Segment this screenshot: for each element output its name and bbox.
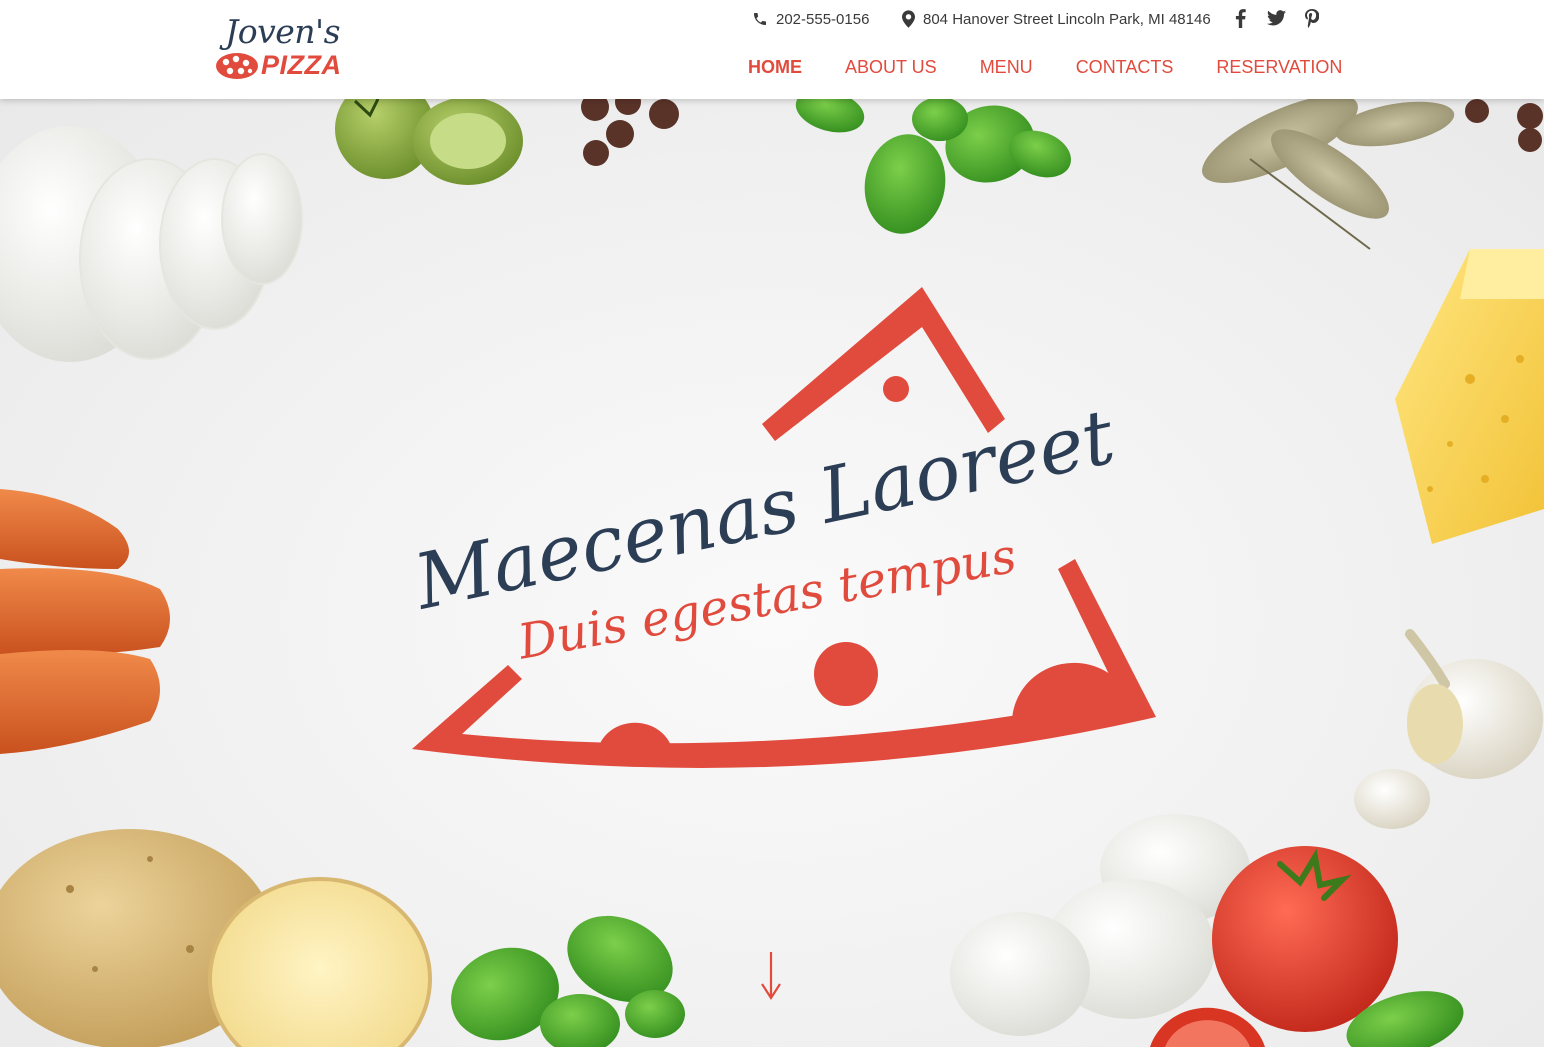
map-pin-icon [902,10,915,28]
brand-logo[interactable]: Joven's PIZZA [215,10,350,85]
brand-word: PIZZA [261,50,342,80]
pinterest-icon [1305,8,1319,28]
pinterest-link[interactable] [1301,7,1323,29]
pizza-slice-emblem: Maecenas Laoreet Duis egestas tempus [405,287,1156,768]
main-navigation: HOME ABOUT US MENU CONTACTS RESERVATION [748,57,1342,78]
nav-reservation[interactable]: RESERVATION [1216,57,1342,78]
brand-script-name: Joven's [225,12,341,51]
emblem-dot-large [814,642,878,706]
nav-about-us[interactable]: ABOUT US [845,57,937,78]
pizza-logo-icon [216,53,258,79]
arrow-down-icon [761,952,781,1001]
facebook-icon [1235,8,1246,28]
emblem-top-line [762,287,1005,441]
phone-number: 202-555-0156 [776,10,870,28]
nav-contacts[interactable]: CONTACTS [1076,57,1174,78]
site-header: Joven's PIZZA 202-555-0156 804 Hanover S… [0,0,1544,99]
address-text: 804 Hanover Street Lincoln Park, MI 4814… [923,10,1211,28]
phone-icon [754,13,766,25]
emblem-dot-small [883,376,909,402]
facebook-link[interactable] [1229,7,1251,29]
twitter-link[interactable] [1265,7,1287,29]
scroll-down-button[interactable] [757,950,785,1002]
nav-menu[interactable]: MENU [980,57,1033,78]
emblem-dot-half-left [598,722,672,749]
hero-section: Maecenas Laoreet Duis egestas tempus [0,99,1544,1047]
twitter-icon [1266,10,1286,26]
header-phone[interactable]: 202-555-0156 [752,8,869,30]
nav-home[interactable]: HOME [748,57,802,78]
header-address[interactable]: 804 Hanover Street Lincoln Park, MI 4814… [902,8,1211,30]
